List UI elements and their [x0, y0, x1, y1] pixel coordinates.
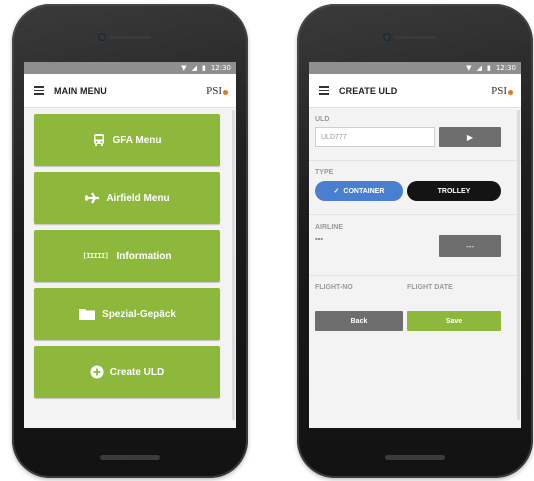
type-container-option[interactable]: ✓ CONTAINER [315, 181, 403, 201]
save-button[interactable]: Save [407, 311, 501, 331]
phone-create-uld: ▼ ◢ ▮ 12:30 CREATE ULD PSI ULD ULD777 ▶ … [297, 4, 533, 478]
scrollbar[interactable] [232, 110, 235, 420]
play-icon: ▶ [466, 132, 474, 142]
airline-select-button[interactable]: --- [439, 235, 501, 257]
app-bar: MAIN MENU PSI [24, 74, 236, 108]
gfa-menu-button[interactable]: GFA Menu [34, 114, 220, 166]
container-label: CONTAINER [343, 187, 385, 195]
app-bar: CREATE ULD PSI [309, 74, 521, 108]
hamburger-menu-icon[interactable] [24, 74, 54, 108]
information-label: Information [116, 250, 172, 262]
home-button[interactable] [385, 455, 445, 460]
scrollbar[interactable] [517, 110, 520, 420]
main-menu-screen: ▼ ◢ ▮ 12:30 MAIN MENU PSI GFA Menu Airfi… [24, 62, 236, 428]
signal-icon: ◢ [191, 63, 197, 72]
create-uld-button[interactable]: Create ULD [34, 346, 220, 398]
psi-logo: PSI [206, 85, 228, 97]
trolley-label: TROLLEY [437, 187, 471, 195]
back-button[interactable]: Back [315, 311, 403, 331]
logo-text: PSI [491, 84, 507, 97]
uld-go-button[interactable]: ▶ [439, 127, 501, 147]
spezial-gepaeck-button[interactable]: Spezial-Gepäck [34, 288, 220, 340]
type-trolley-option[interactable]: TROLLEY [407, 181, 501, 201]
front-camera [383, 33, 391, 41]
main-menu-list: GFA Menu Airfield Menu [IIIII] Informati… [34, 114, 220, 404]
flight-date-label: FLIGHT DATE [407, 284, 453, 291]
logo-dot-icon [508, 89, 513, 95]
psi-logo: PSI [491, 85, 513, 97]
gfa-menu-label: GFA Menu [112, 134, 162, 146]
front-camera [98, 33, 106, 41]
phone-main-menu: ▼ ◢ ▮ 12:30 MAIN MENU PSI GFA Menu Airfi… [12, 4, 248, 478]
earpiece-speaker [394, 36, 436, 39]
airfield-menu-button[interactable]: Airfield Menu [34, 172, 220, 224]
page-title: CREATE ULD [339, 85, 398, 96]
check-icon: ✓ [333, 188, 340, 195]
battery-icon: ▮ [201, 63, 206, 72]
logo-dot-icon [223, 89, 228, 95]
airline-label: AIRLINE [315, 224, 343, 231]
create-uld-label: Create ULD [109, 366, 165, 378]
battery-icon: ▮ [486, 63, 491, 72]
wifi-icon: ▼ [466, 63, 472, 72]
folder-icon [78, 307, 96, 321]
hamburger-menu-icon[interactable] [309, 74, 339, 108]
status-time: 12:30 [210, 64, 231, 72]
signal-icon: ◢ [476, 63, 482, 72]
wifi-icon: ▼ [181, 63, 187, 72]
earpiece-speaker [109, 36, 151, 39]
page-title: MAIN MENU [54, 85, 107, 96]
flight-no-label: FLIGHT-NO [315, 284, 353, 291]
information-button[interactable]: [IIIII] Information [34, 230, 220, 282]
divider [309, 160, 521, 161]
airplane-icon [84, 191, 100, 205]
logo-text: PSI [206, 84, 222, 97]
spezial-gepaeck-label: Spezial-Gepäck [102, 308, 176, 320]
barcode-icon: [IIIII] [82, 252, 109, 260]
uld-label: ULD [315, 116, 330, 123]
home-button[interactable] [100, 455, 160, 460]
status-bar: ▼ ◢ ▮ 12:30 [24, 62, 236, 74]
airfield-menu-label: Airfield Menu [106, 192, 170, 204]
divider [309, 275, 521, 276]
status-time: 12:30 [495, 64, 516, 72]
status-bar: ▼ ◢ ▮ 12:30 [309, 62, 521, 74]
divider [309, 214, 521, 215]
bus-icon [92, 133, 106, 147]
airline-value: --- [315, 234, 323, 243]
plus-circle-icon [90, 365, 104, 379]
create-uld-screen: ▼ ◢ ▮ 12:30 CREATE ULD PSI ULD ULD777 ▶ … [309, 62, 521, 428]
type-label: TYPE [315, 169, 334, 176]
uld-input[interactable]: ULD777 [315, 127, 435, 147]
